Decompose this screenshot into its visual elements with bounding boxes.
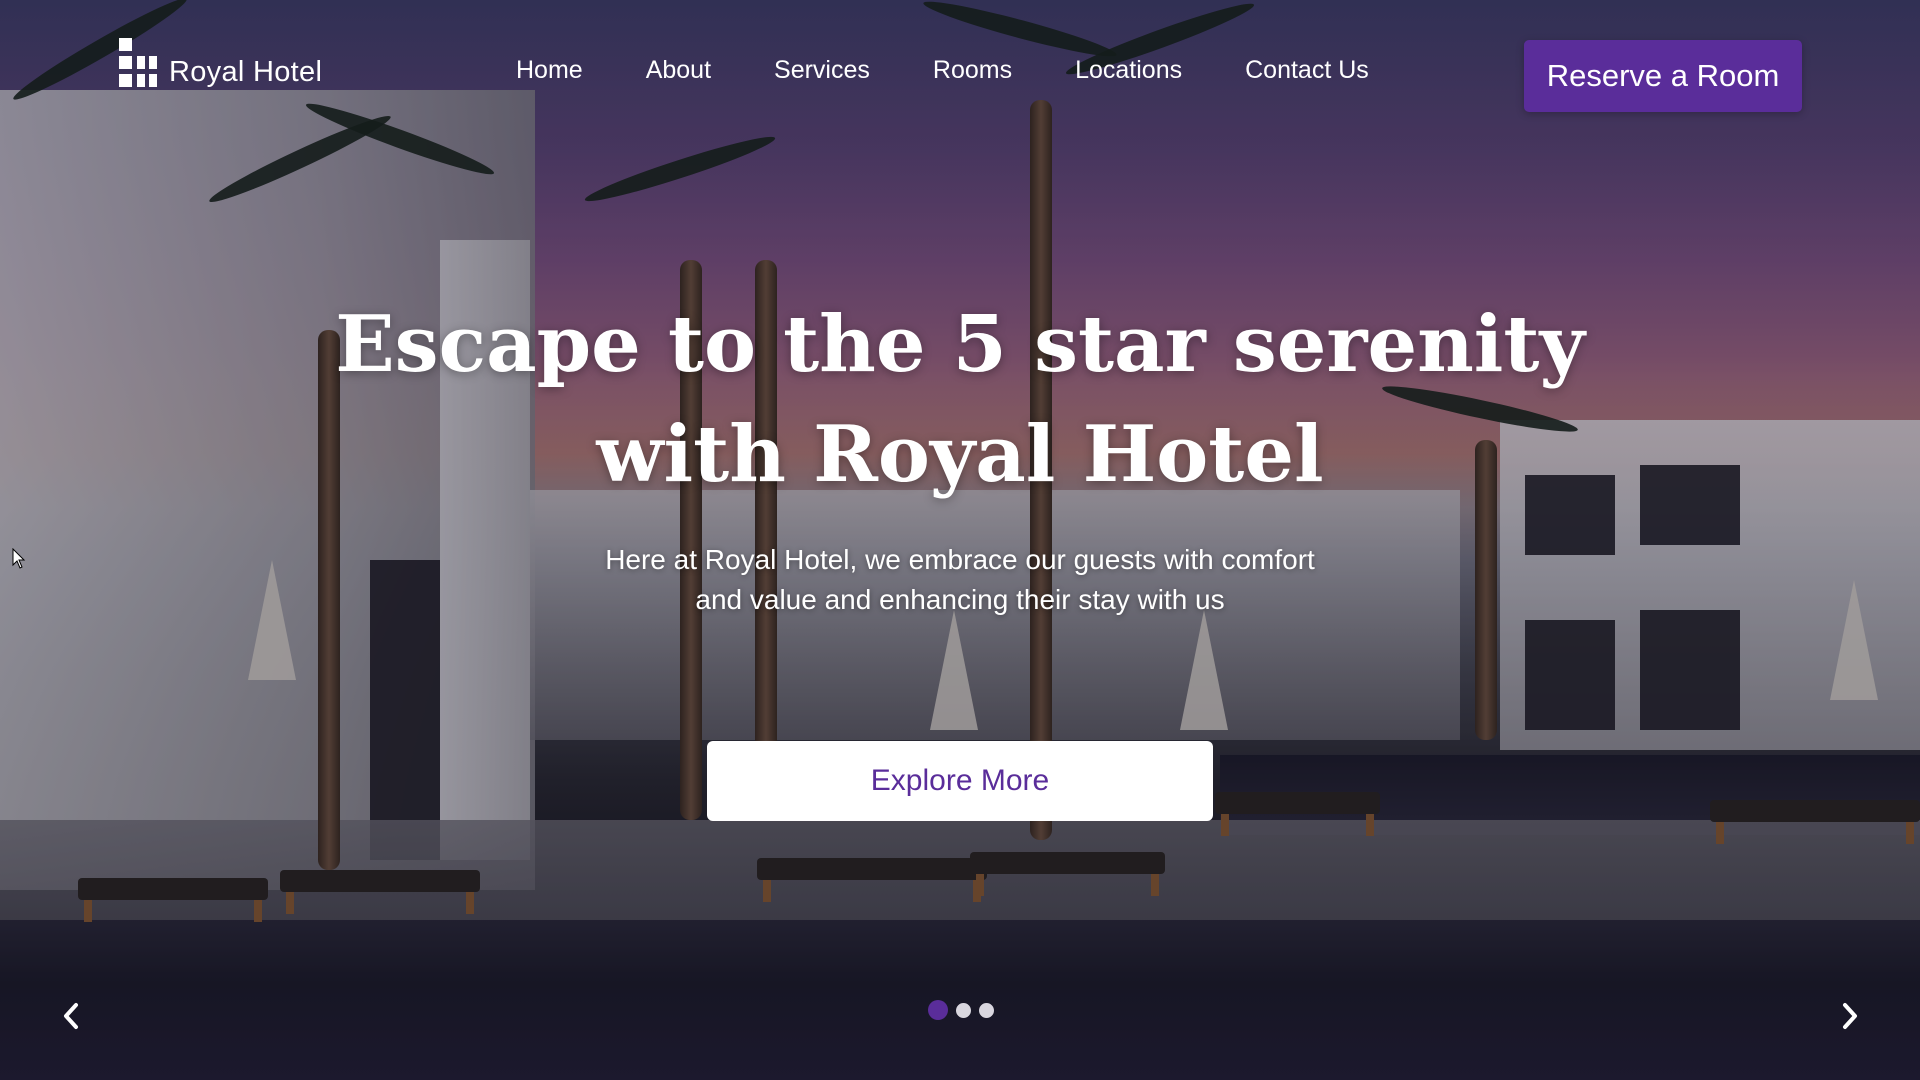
nav-link-services[interactable]: Services xyxy=(774,56,870,85)
reserve-room-button[interactable]: Reserve a Room xyxy=(1524,40,1802,112)
chevron-right-icon xyxy=(1843,1003,1857,1029)
top-navbar: Royal Hotel Home About Services Rooms Lo… xyxy=(0,0,1920,150)
carousel-indicators xyxy=(928,1000,994,1020)
nav-link-about[interactable]: About xyxy=(646,56,711,85)
hero-subtext: Here at Royal Hotel, we embrace our gues… xyxy=(460,540,1460,620)
nav-link-locations[interactable]: Locations xyxy=(1075,56,1182,85)
carousel-dot-3[interactable] xyxy=(979,1002,994,1018)
brand-logo-link[interactable]: Royal Hotel xyxy=(117,36,322,89)
hero-headline-line1: Escape to the 5 star serenity xyxy=(335,299,1585,390)
hero-section: Royal Hotel Home About Services Rooms Lo… xyxy=(0,0,1920,1080)
mouse-cursor-icon xyxy=(12,548,26,569)
explore-more-button[interactable]: Explore More xyxy=(707,741,1213,821)
nav-link-contact[interactable]: Contact Us xyxy=(1245,56,1369,85)
brand-name: Royal Hotel xyxy=(169,56,323,88)
building-blocks-icon xyxy=(117,37,157,88)
nav-link-home[interactable]: Home xyxy=(516,56,583,85)
carousel-prev-button[interactable] xyxy=(51,996,91,1036)
hero-subtext-line1: Here at Royal Hotel, we embrace our gues… xyxy=(605,544,1315,575)
carousel-next-button[interactable] xyxy=(1830,996,1870,1036)
nav-links: Home About Services Rooms Locations Cont… xyxy=(516,56,1369,85)
chevron-left-icon xyxy=(64,1003,78,1029)
hero-headline: Escape to the 5 star serenity with Royal… xyxy=(260,290,1660,510)
nav-link-rooms[interactable]: Rooms xyxy=(933,56,1012,85)
hero-headline-line2: with Royal Hotel xyxy=(596,409,1324,500)
carousel-dot-2[interactable] xyxy=(956,1002,971,1018)
hero-subtext-line2: and value and enhancing their stay with … xyxy=(695,584,1225,615)
carousel-dot-1[interactable] xyxy=(928,1000,948,1020)
